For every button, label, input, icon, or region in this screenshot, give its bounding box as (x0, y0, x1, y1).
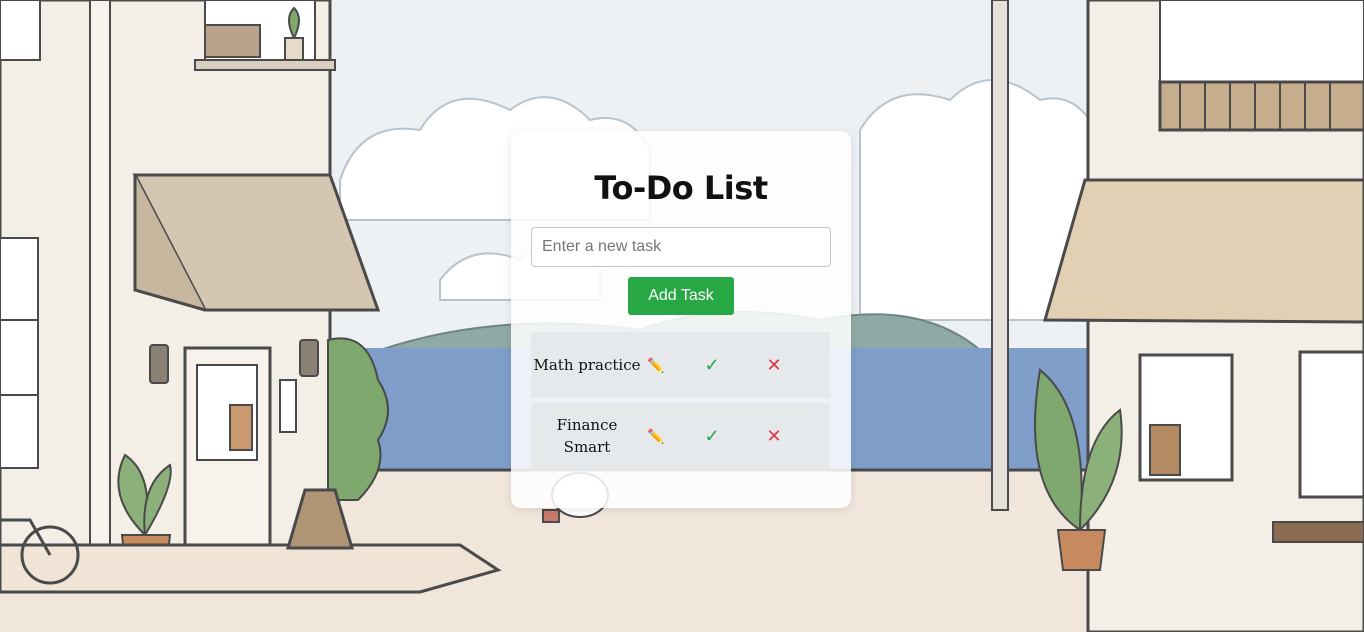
task-list: Math practice ✏️ ✓ ✕ Finance Smart ✏️ ✓ … (531, 332, 831, 469)
page-title: To-Do List (594, 169, 768, 207)
edit-task-button[interactable]: ✏️ (643, 358, 681, 372)
complete-task-button[interactable]: ✓ (681, 356, 743, 374)
close-icon: ✕ (766, 355, 782, 375)
close-icon: ✕ (766, 426, 782, 446)
todo-card: To-Do List Add Task Math practice ✏️ ✓ ✕… (511, 131, 851, 508)
add-task-button[interactable]: Add Task (628, 277, 734, 315)
delete-task-button[interactable]: ✕ (743, 427, 805, 445)
task-row: Finance Smart ✏️ ✓ ✕ (531, 403, 830, 469)
task-text: Math practice (533, 356, 641, 374)
edit-task-button[interactable]: ✏️ (643, 429, 681, 443)
pencil-icon: ✏️ (647, 428, 665, 444)
delete-task-button[interactable]: ✕ (743, 356, 805, 374)
task-text: Finance Smart (556, 416, 618, 456)
checkmark-icon: ✓ (704, 426, 720, 446)
pencil-icon: ✏️ (647, 357, 665, 373)
complete-task-button[interactable]: ✓ (681, 427, 743, 445)
checkmark-icon: ✓ (704, 355, 720, 375)
task-row: Math practice ✏️ ✓ ✕ (531, 332, 830, 398)
new-task-input[interactable] (531, 227, 831, 267)
